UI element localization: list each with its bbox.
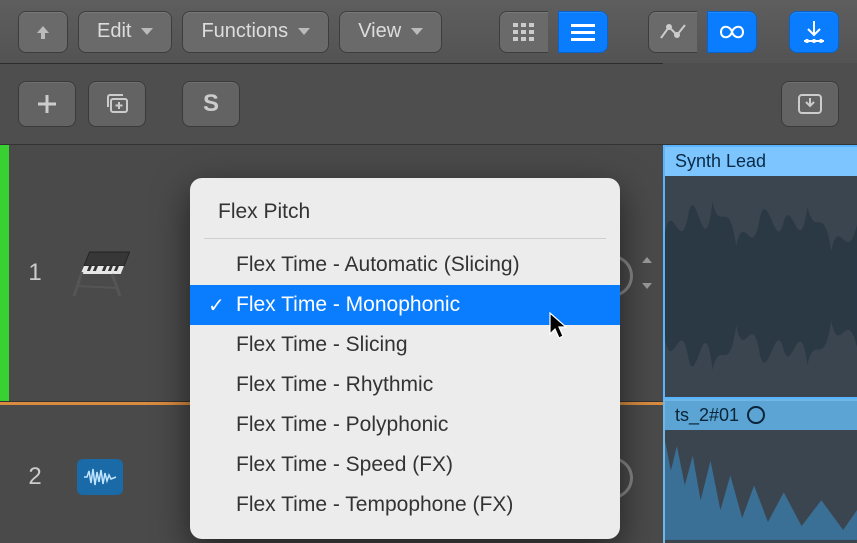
catch-playhead-button[interactable] (789, 11, 839, 53)
menu-divider (204, 238, 606, 239)
instrument-icon (70, 243, 130, 303)
track-number: 1 (0, 259, 70, 287)
list-icon (571, 23, 595, 41)
flex-button[interactable] (707, 11, 757, 53)
flex-menu-item-automatic[interactable]: Flex Time - Automatic (Slicing) (190, 245, 620, 285)
view-menu-button[interactable]: View (339, 11, 442, 53)
waveform-display (665, 177, 857, 395)
flex-mode-stepper[interactable] (639, 257, 655, 289)
flex-menu-item-tempophone[interactable]: Flex Time - Tempophone (FX) (190, 485, 620, 525)
region-title: Synth Lead (665, 147, 857, 176)
chevron-down-icon (141, 28, 153, 35)
region-title: ts_2#01 (675, 405, 739, 426)
region-audio-2[interactable]: ts_2#01 (663, 399, 857, 543)
functions-menu-label: Functions (201, 20, 288, 43)
flex-menu-item-slicing[interactable]: Flex Time - Slicing (190, 325, 620, 365)
edit-menu-button[interactable]: Edit (78, 11, 172, 53)
waveform-display (665, 431, 857, 540)
collapse-in-icon (797, 93, 823, 115)
waveform-icon (83, 467, 117, 487)
flex-menu-item-polyphonic[interactable]: Flex Time - Polyphonic (190, 405, 620, 445)
duplicate-icon (104, 93, 130, 115)
solo-label: S (203, 90, 219, 118)
loop-indicator-icon (747, 406, 765, 424)
stepper-down-icon (642, 283, 652, 289)
chevron-down-icon (411, 28, 423, 35)
main-toolbar: Edit Functions View (0, 0, 857, 64)
chevron-down-icon (298, 28, 310, 35)
flex-icon (719, 22, 745, 42)
playhead-icon (802, 21, 826, 43)
audio-track-icon (70, 447, 130, 507)
functions-menu-button[interactable]: Functions (182, 11, 329, 53)
flex-menu-item-rhythmic[interactable]: Flex Time - Rhythmic (190, 365, 620, 405)
view-menu-label: View (358, 20, 401, 43)
add-track-button[interactable] (18, 81, 76, 127)
region-synth-lead[interactable]: Synth Lead (663, 145, 857, 399)
collapse-up-button[interactable] (18, 11, 68, 53)
automation-button[interactable] (648, 11, 697, 53)
flex-menu-item-monophonic[interactable]: Flex Time - Monophonic (190, 285, 620, 325)
stepper-up-icon (642, 257, 652, 263)
list-view-button[interactable] (558, 11, 608, 53)
flex-mode-menu: Flex Pitch Flex Time - Automatic (Slicin… (190, 178, 620, 539)
track-color-strip (0, 145, 9, 401)
keyboard-synth-icon (70, 246, 130, 300)
grid-icon (513, 23, 535, 41)
collapse-track-headers-button[interactable] (781, 81, 839, 127)
grid-view-button[interactable] (499, 11, 548, 53)
timeline-regions: Synth Lead ts_2#01 (663, 145, 857, 543)
track-number: 2 (0, 463, 70, 491)
flex-menu-header[interactable]: Flex Pitch (190, 192, 620, 238)
arrow-up-icon (33, 24, 53, 40)
solo-button[interactable]: S (182, 81, 240, 127)
edit-menu-label: Edit (97, 20, 131, 43)
plus-icon (36, 93, 58, 115)
track-toolbar: S (0, 64, 857, 145)
automation-curve-icon (660, 23, 686, 41)
duplicate-track-button[interactable] (88, 81, 146, 127)
flex-menu-item-speed[interactable]: Flex Time - Speed (FX) (190, 445, 620, 485)
